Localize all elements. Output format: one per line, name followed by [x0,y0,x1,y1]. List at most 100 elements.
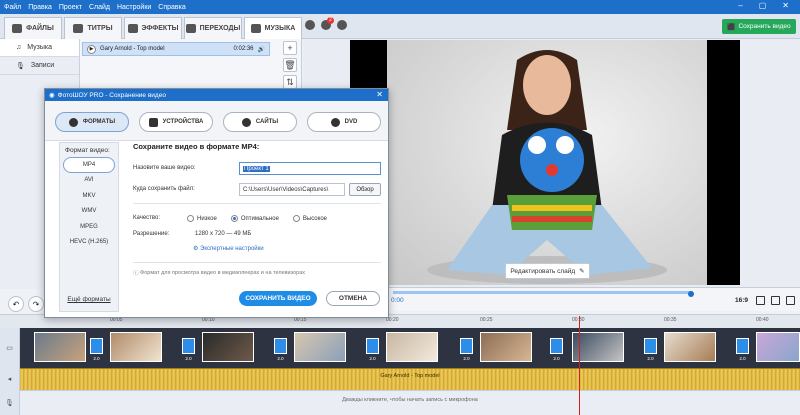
name-row: Назовите ваше видео: [133,165,196,171]
expert-settings-link[interactable]: ⚙ Экспертные настройки [193,245,264,253]
browse-button[interactable]: Обзор [349,183,381,196]
tab-devices[interactable]: УСТРОЙСТВА [139,112,213,132]
save-path-input[interactable]: C:\Users\User\Videos\Captures\ [239,183,345,196]
transition-duration: 2.0 [185,356,192,361]
slide-clip[interactable] [664,332,716,362]
transition-duration: 2.0 [739,356,746,361]
tab-sites[interactable]: САЙТЫ [223,112,297,132]
gear-icon[interactable] [305,20,315,30]
menu-settings[interactable]: Настройки [117,4,151,11]
video-name-value: Проект 1 [243,165,270,172]
dialog-heading: Сохраните видео в формате MP4: [133,142,260,151]
quality-options: Низкое Оптимальное Высокое [187,215,341,222]
progress-handle[interactable] [688,291,694,297]
quality-low-radio[interactable]: Низкое [187,215,217,222]
tab-devices-label: УСТРОЙСТВА [162,119,204,125]
library-actions: + 🗑 ⇅ [283,41,297,89]
slide-clip[interactable] [34,332,86,362]
settings-icon[interactable] [771,296,780,305]
transition-marker[interactable]: 2.0 [182,338,195,361]
dialog-close-icon[interactable]: ✕ [376,90,383,99]
transition-duration: 2.0 [647,356,654,361]
fullscreen-icon[interactable] [786,296,795,305]
tab-formats[interactable]: ФОРМАТЫ [55,112,129,132]
video-name-input[interactable]: Проект 1 [239,162,381,175]
transition-marker[interactable]: 2.0 [644,338,657,361]
format-avi[interactable]: AVI [60,173,118,189]
dialog-cancel-button[interactable]: ОТМЕНА [326,291,380,306]
minimize-icon[interactable]: – [738,1,742,10]
dialog-titlebar: ◉ ФотоШОУ PRO - Сохранение видео [45,89,388,101]
redo-icon[interactable]: ↷ [28,296,44,312]
close-icon[interactable]: ✕ [782,1,789,10]
quality-high-label: Высокое [302,215,327,222]
video-player[interactable] [350,40,740,285]
transition-duration: 2.0 [553,356,560,361]
edit-slide-button[interactable]: Редактировать слайд ✎ [505,263,590,279]
aspect-ratio[interactable]: 16:9 [735,297,748,304]
tab-dvd[interactable]: DVD [307,112,381,132]
play-icon[interactable]: ▶ [87,44,96,54]
tab-transitions[interactable]: ПЕРЕХОДЫ [184,17,242,39]
format-hevc[interactable]: HEVC (H.265) [60,235,118,251]
resolution-label: Разрешение: [133,231,170,237]
category-records[interactable]: 🎙 Записи [0,57,79,75]
menu-help[interactable]: Справка [158,4,185,11]
dialog-tabs: ФОРМАТЫ УСТРОЙСТВА САЙТЫ DVD [45,101,388,141]
transition-marker[interactable]: 2.0 [550,338,563,361]
timeline-playhead[interactable] [579,316,580,415]
tick-label: 00:40 [756,317,769,323]
menu-project[interactable]: Проект [59,4,82,11]
format-hint: ⓘ Формат для просмотра видео в медиаплее… [133,269,305,277]
tab-effects[interactable]: ЭФФЕКТЫ [124,17,182,39]
music-track-item[interactable]: ▶ Gary Arnold - Top model 0:02:36 🔊 [82,42,270,56]
save-path-value: C:\Users\User\Videos\Captures\ [243,186,329,193]
bell-icon[interactable]: 2 [321,17,334,30]
radio-circle [292,215,300,222]
quality-optimal-radio[interactable]: Оптимальное [230,215,279,222]
slide-clip[interactable] [110,332,162,362]
slide-clip[interactable] [386,332,438,362]
slide-clip[interactable] [294,332,346,362]
slide-clip[interactable] [480,332,532,362]
transition-marker[interactable]: 2.0 [366,338,379,361]
tab-formats-label: ФОРМАТЫ [82,119,116,125]
format-wmv[interactable]: WMV [60,204,118,220]
menu-edit[interactable]: Правка [28,4,52,11]
category-music-label: Музыка [27,44,53,51]
preview-progress-bar[interactable] [393,291,694,297]
format-mpeg[interactable]: MPEG [60,219,118,235]
category-music[interactable]: ♫ Музыка [0,39,79,57]
more-formats-link[interactable]: Ещё форматы [60,296,118,303]
quality-high-radio[interactable]: Высокое [292,215,327,222]
undo-icon[interactable]: ↶ [8,296,24,312]
tab-titles[interactable]: ТИТРЫ [64,17,122,39]
transition-marker[interactable]: 2.0 [460,338,473,361]
video-track[interactable]: 2.0 2.0 2.0 2.0 2.0 2.0 2.0 2.0 [20,328,800,368]
trash-icon[interactable]: 🗑 [283,58,297,72]
resolution-value: 1280 x 720 — 49 МБ [195,231,252,237]
format-mkv[interactable]: MKV [60,188,118,204]
voice-track[interactable]: Дважды кликните, чтобы начать запись с м… [20,390,800,415]
slide-clip[interactable] [202,332,254,362]
format-mp4[interactable]: MP4 [63,157,115,173]
transition-marker[interactable]: 2.0 [274,338,287,361]
maximize-icon[interactable]: ▢ [759,1,767,10]
menu-slide[interactable]: Слайд [89,4,110,11]
transition-marker[interactable]: 2.0 [90,338,103,361]
slide-clip[interactable] [756,332,800,362]
photos-icon[interactable] [337,20,347,30]
dialog-save-button[interactable]: СОХРАНИТЬ ВИДЕО [239,291,317,306]
snapshot-icon[interactable] [756,296,765,305]
category-records-label: Записи [30,62,55,69]
film-icon [68,117,78,127]
save-video-button[interactable]: ⬛ Сохранить видео [722,19,796,34]
tab-music[interactable]: МУЗЫКА [244,17,302,39]
add-icon[interactable]: + [283,41,297,55]
transition-marker[interactable]: 2.0 [736,338,749,361]
tab-files[interactable]: ФАЙЛЫ [4,17,62,39]
audio-track[interactable]: Gary Arnold - Top model [20,368,800,390]
sort-icon[interactable]: ⇅ [283,75,297,89]
menu-file[interactable]: Файл [4,4,21,11]
effects-icon [127,24,138,33]
